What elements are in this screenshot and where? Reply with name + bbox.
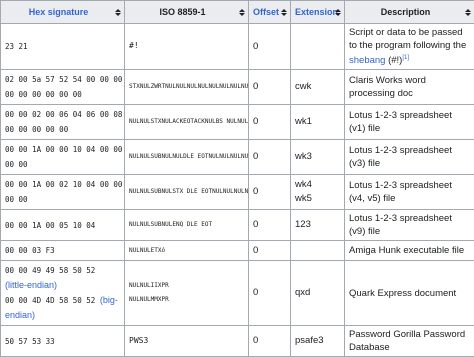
iso-cell: NULNULIIXPRNULNULMMXPR [125, 261, 249, 326]
description-cell: Quark Express document [345, 261, 474, 326]
hex-signature-cell: 23 21 [1, 24, 125, 70]
hex-signature-cell: 00 00 1A 00 00 10 04 00 00 0000 00 [1, 140, 125, 175]
reference-link[interactable]: [1] [402, 55, 409, 61]
extension-cell [291, 241, 345, 261]
sort-icon[interactable] [464, 7, 472, 17]
table-row: 00 00 1A 00 00 10 04 00 00 0000 00 NULNU… [1, 140, 474, 175]
table-row: 23 21 #! 0 Script or data to be passed t… [1, 24, 474, 70]
column-header-label: Extension [295, 7, 338, 17]
iso-cell: NULNULSUBNULENQ DLE EOT [125, 210, 249, 241]
extension-cell [291, 24, 345, 70]
description-cell: Lotus 1-2-3 spreadsheet (v1) file [345, 105, 474, 140]
extension-cell: wk3 [291, 140, 345, 175]
table-row: 00 00 02 00 06 04 06 00 08 0000 00 00 00… [1, 105, 474, 140]
extension-cell: wk1 [291, 105, 345, 140]
hex-signature-cell: 00 00 02 00 06 04 06 00 08 0000 00 00 00… [1, 105, 125, 140]
offset-cell: 0 [249, 326, 291, 357]
offset-cell: 0 [249, 261, 291, 326]
offset-cell: 0 [249, 175, 291, 210]
column-header-label: Description [381, 7, 431, 17]
offset-cell: 0 [249, 70, 291, 105]
extension-cell: qxd [291, 261, 345, 326]
description-cell: Password Gorilla Password Database [345, 326, 474, 357]
extension-cell: 123 [291, 210, 345, 241]
iso-cell: NULNULSUBNULSTX DLE EOTNULNULNULNULNUL [125, 175, 249, 210]
hex-signature-cell: 00 00 03 F3 [1, 241, 125, 261]
description-cell: Lotus 1-2-3 spreadsheet (v4, v5) file [345, 175, 474, 210]
table-header-row: Hex signature ISO 8859-1 Offset Extensio… [1, 1, 474, 24]
hex-signature-cell: 50 57 53 33 [1, 326, 125, 357]
sort-icon[interactable] [238, 7, 246, 17]
description-cell: Script or data to be passed to the progr… [345, 24, 474, 70]
extension-cell: cwk [291, 70, 345, 105]
hex-signature-cell: 00 00 49 49 58 50 52 (little-endian) 00 … [1, 261, 125, 326]
column-header-label: Offset [253, 7, 279, 17]
extension-cell: wk4wk5 [291, 175, 345, 210]
description-cell: Lotus 1-2-3 spreadsheet (v3) file [345, 140, 474, 175]
offset-cell: 0 [249, 24, 291, 70]
offset-cell: 0 [249, 241, 291, 261]
column-header-hex-signature[interactable]: Hex signature [1, 1, 125, 24]
column-header-iso[interactable]: ISO 8859-1 [125, 1, 249, 24]
offset-cell: 0 [249, 140, 291, 175]
table-row: 50 57 53 33 PWS3 0 psafe3 Password Goril… [1, 326, 474, 357]
description-cell: Claris Works word processing doc [345, 70, 474, 105]
shebang-link[interactable]: shebang [349, 55, 385, 66]
hex-signature-cell: 00 00 1A 00 05 10 04 [1, 210, 125, 241]
hex-signature-cell: 02 00 5a 57 52 54 00 00 00 0000 00 00 00… [1, 70, 125, 105]
description-cell: Amiga Hunk executable file [345, 241, 474, 261]
iso-cell: NULNULETXó [125, 241, 249, 261]
iso-cell: NULNULSUBNULNULDLE EOTNULNULNULNULNUL [125, 140, 249, 175]
iso-cell: PWS3 [125, 326, 249, 357]
sort-icon[interactable] [334, 7, 342, 17]
table-row: 00 00 1A 00 05 10 04 NULNULSUBNULENQ DLE… [1, 210, 474, 241]
column-header-offset[interactable]: Offset [249, 1, 291, 24]
column-header-label: ISO 8859-1 [159, 7, 205, 17]
iso-cell: #! [125, 24, 249, 70]
column-header-label: Hex signature [29, 7, 89, 17]
iso-cell: STXNULZWRTNULNULNULNULNULNULNULNULNULNUL [125, 70, 249, 105]
table-row: 00 00 49 49 58 50 52 (little-endian) 00 … [1, 261, 474, 326]
hex-signature-cell: 00 00 1A 00 02 10 04 00 00 0000 00 [1, 175, 125, 210]
little-endian-link[interactable]: (little-endian) [5, 280, 57, 290]
sort-icon[interactable] [280, 7, 288, 17]
column-header-extension[interactable]: Extension [291, 1, 345, 24]
offset-cell: 0 [249, 210, 291, 241]
table-row: 00 00 03 F3 NULNULETXó 0 Amiga Hunk exec… [1, 241, 474, 261]
column-header-description[interactable]: Description [345, 1, 474, 24]
description-cell: Lotus 1-2-3 spreadsheet (v9) file [345, 210, 474, 241]
sort-icon[interactable] [114, 7, 122, 17]
table-row: 00 00 1A 00 02 10 04 00 00 0000 00 NULNU… [1, 175, 474, 210]
offset-cell: 0 [249, 105, 291, 140]
extension-cell: psafe3 [291, 326, 345, 357]
table-row: 02 00 5a 57 52 54 00 00 00 0000 00 00 00… [1, 70, 474, 105]
iso-cell: NULNULSTXNULACKEOTACKNULBS NULNULNULNULN… [125, 105, 249, 140]
file-signature-table: Hex signature ISO 8859-1 Offset Extensio… [0, 0, 474, 357]
